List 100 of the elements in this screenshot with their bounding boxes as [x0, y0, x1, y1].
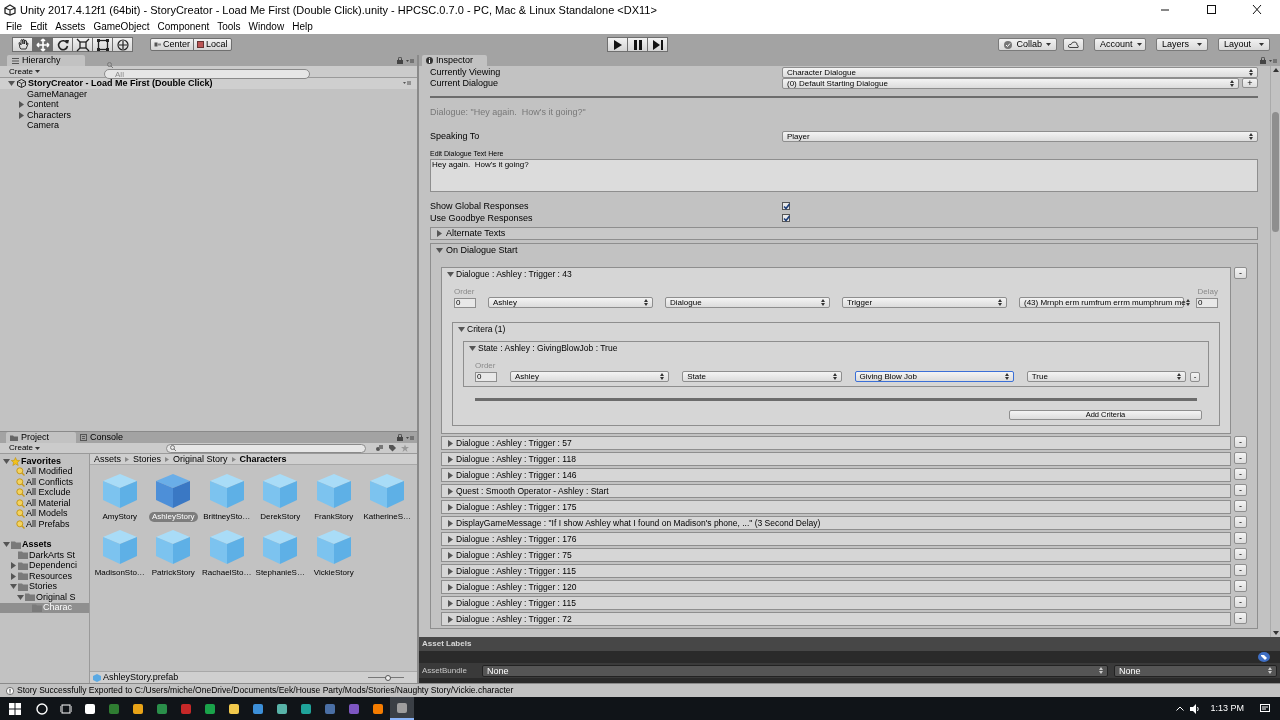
- dropdown[interactable]: None: [482, 664, 1108, 677]
- event-title[interactable]: Dialogue : Ashley : Trigger : 115: [456, 566, 576, 576]
- event-title[interactable]: DisplayGameMessage : "If I show Ashley what I found on Madison's phone, ..." (3 Second Delay): [456, 518, 821, 528]
- panel-tab[interactable]: Project: [6, 432, 76, 443]
- foldout-arrow-icon[interactable]: [447, 519, 454, 527]
- breadcrumb-item[interactable]: Characters: [239, 454, 287, 464]
- file-name[interactable]: VickieStory: [310, 568, 357, 578]
- app-icon[interactable]: [132, 702, 144, 715]
- hierarchy-item[interactable]: Content: [27, 100, 59, 110]
- tree-item[interactable]: All Models: [26, 509, 68, 519]
- event-title[interactable]: Dialogue : Ashley : Trigger : 57: [456, 438, 572, 448]
- file-name[interactable]: StephanieS…: [252, 568, 308, 578]
- app-icon[interactable]: [228, 702, 240, 715]
- remove-button[interactable]: -: [1234, 436, 1247, 448]
- rotate-tool-button[interactable]: [52, 37, 73, 52]
- foldout-arrow-icon[interactable]: [447, 503, 454, 511]
- lock-icon[interactable]: [1260, 57, 1266, 64]
- dropdown[interactable]: True: [1026, 371, 1186, 382]
- foldout-label[interactable]: On Dialogue Start: [446, 246, 518, 255]
- dropdown[interactable]: None: [1114, 664, 1277, 677]
- filter-type-button[interactable]: [373, 443, 385, 453]
- dropdown[interactable]: Dialogue: [665, 297, 830, 308]
- collab-button[interactable]: Collab: [998, 38, 1057, 51]
- menu-dropdown[interactable]: Layout: [1218, 38, 1270, 51]
- lock-icon[interactable]: [397, 434, 403, 441]
- dropdown[interactable]: Giving Blow Job: [854, 371, 1014, 382]
- file-name[interactable]: RachaelSto…: [199, 568, 255, 578]
- local-toggle[interactable]: Local: [193, 38, 232, 51]
- scroll-up-icon[interactable]: [1272, 68, 1279, 72]
- breadcrumb-item[interactable]: Assets: [94, 454, 121, 464]
- app-icon[interactable]: [276, 702, 288, 715]
- file-name[interactable]: BrittneySto…: [200, 512, 254, 522]
- foldout-arrow-icon[interactable]: [447, 551, 454, 559]
- tree-item[interactable]: All Exclude: [26, 488, 71, 498]
- hierarchy-item[interactable]: Camera: [27, 121, 59, 131]
- search-field[interactable]: [166, 443, 366, 453]
- search-field[interactable]: All: [104, 69, 310, 79]
- checkbox[interactable]: [782, 214, 790, 222]
- cube-icon[interactable]: [154, 472, 193, 510]
- dropdown[interactable]: State: [682, 371, 842, 382]
- tree-item[interactable]: All Modified: [26, 467, 73, 477]
- tree-item[interactable]: DarkArts St: [29, 550, 75, 560]
- remove-button[interactable]: -: [1234, 500, 1247, 512]
- menu-item[interactable]: Edit: [30, 22, 48, 32]
- event-title[interactable]: Quest : Smooth Operator - Ashley : Start: [456, 486, 609, 496]
- foldout-arrow-icon[interactable]: [447, 567, 454, 575]
- remove-button[interactable]: -: [1234, 580, 1247, 592]
- remove-button[interactable]: -: [1234, 452, 1247, 464]
- dialogue-text-area[interactable]: Hey again. How's it going?: [430, 159, 1258, 192]
- step-button[interactable]: [647, 37, 668, 52]
- event-title[interactable]: Dialogue : Ashley : Trigger : 72: [456, 614, 572, 624]
- cloud-button[interactable]: [1063, 38, 1084, 51]
- search-icon[interactable]: [36, 702, 48, 715]
- remove-button[interactable]: -: [1234, 612, 1247, 624]
- panel-menu-icon[interactable]: [406, 436, 414, 441]
- row-menu-icon[interactable]: [403, 81, 411, 86]
- event-title[interactable]: Dialogue : Ashley : Trigger : 146: [456, 470, 577, 480]
- foldout-arrow-icon[interactable]: [447, 615, 454, 623]
- event-title[interactable]: Dialogue : Ashley : Trigger : 118: [456, 454, 576, 464]
- foldout-arrow-icon[interactable]: [447, 599, 454, 607]
- foldout-arrow-icon[interactable]: [458, 325, 465, 333]
- remove-button[interactable]: -: [1234, 532, 1247, 544]
- menu-item[interactable]: Tools: [217, 22, 241, 32]
- move-tool-button[interactable]: [32, 37, 53, 52]
- tree-item[interactable]: All Prefabs: [26, 519, 70, 529]
- foldout-arrow-icon[interactable]: [447, 583, 454, 591]
- scale-tool-button[interactable]: [72, 37, 93, 52]
- foldout-label[interactable]: Critera (1): [467, 324, 506, 334]
- windows-logo-icon[interactable]: [9, 702, 21, 715]
- remove-button[interactable]: -: [1234, 516, 1247, 528]
- dropdown[interactable]: (0) Default Starting Dialogue: [782, 78, 1239, 89]
- app-icon[interactable]: [84, 702, 96, 715]
- dropdown[interactable]: Ashley: [510, 371, 670, 382]
- tree-item[interactable]: Stories: [29, 582, 57, 592]
- app-icon[interactable]: [372, 702, 384, 715]
- menu-dropdown[interactable]: Layers: [1156, 38, 1208, 51]
- breadcrumb-item[interactable]: Stories: [133, 454, 162, 464]
- tree-item[interactable]: All Material: [26, 498, 71, 508]
- file-name[interactable]: AshleyStory: [148, 512, 198, 522]
- chevron-up-icon[interactable]: [1176, 706, 1185, 711]
- breadcrumb-item[interactable]: Original Story: [173, 454, 228, 464]
- foldout-arrow-icon[interactable]: [447, 535, 454, 543]
- app-icon[interactable]: [300, 702, 312, 715]
- order-field[interactable]: 0: [454, 298, 476, 308]
- foldout-arrow-icon[interactable]: [10, 572, 17, 580]
- hand-tool-button[interactable]: [12, 37, 33, 52]
- file-name[interactable]: MadisonSto…: [91, 568, 148, 578]
- foldout-arrow-icon[interactable]: [447, 471, 454, 479]
- event-title[interactable]: Dialogue : Ashley : Trigger : 115: [456, 598, 576, 608]
- foldout-arrow-icon[interactable]: [447, 455, 454, 463]
- dropdown[interactable]: Character Dialogue: [782, 67, 1258, 78]
- file-name[interactable]: DerekStory: [257, 512, 304, 522]
- menu-item[interactable]: GameObject: [93, 22, 150, 32]
- foldout-arrow-icon[interactable]: [17, 593, 24, 601]
- event-title[interactable]: Dialogue : Ashley : Trigger : 176: [456, 534, 577, 544]
- menu-item[interactable]: File: [6, 22, 23, 32]
- file-name[interactable]: PatrickStory: [148, 568, 198, 578]
- menu-dropdown[interactable]: Account: [1094, 38, 1146, 51]
- file-name[interactable]: FrankStory: [311, 512, 357, 522]
- foldout-arrow-icon[interactable]: [436, 247, 443, 254]
